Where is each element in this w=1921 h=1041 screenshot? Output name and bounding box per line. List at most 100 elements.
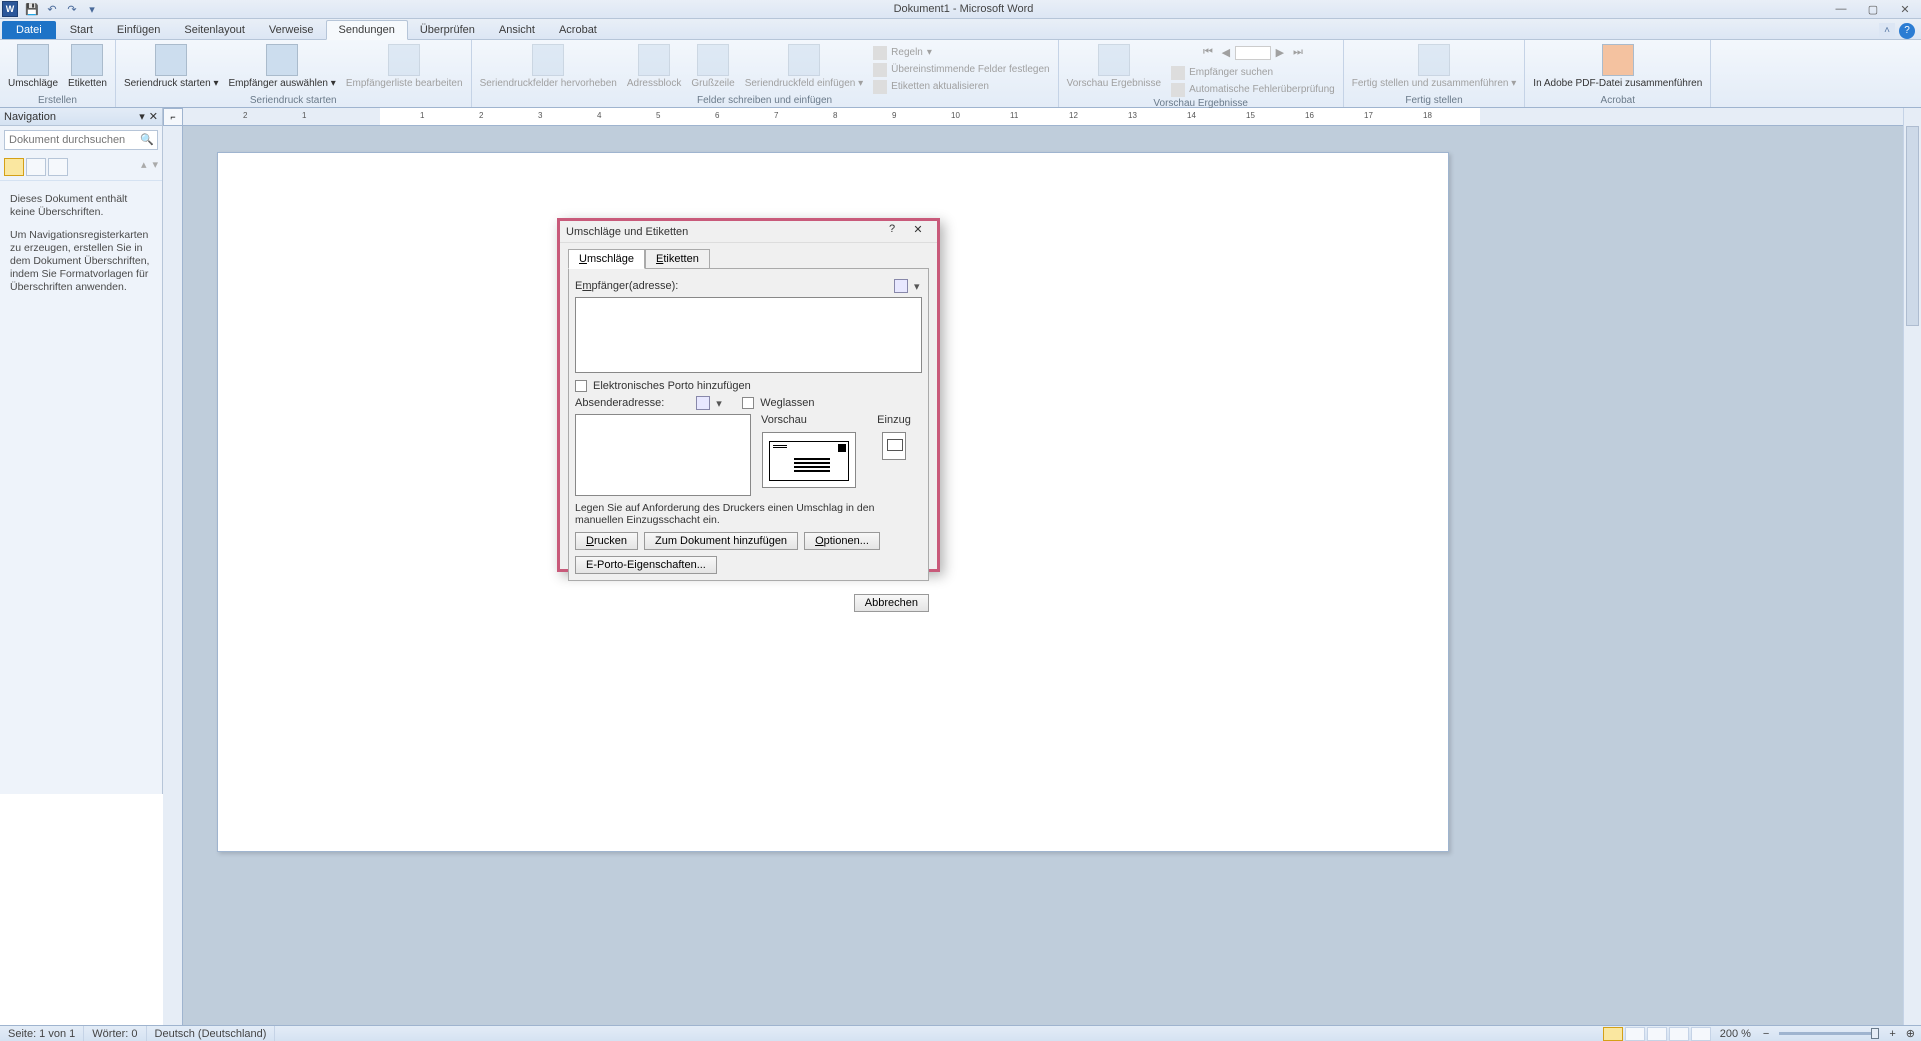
tab-ueberpruefen[interactable]: Überprüfen [408, 21, 487, 39]
status-page[interactable]: Seite: 1 von 1 [0, 1026, 84, 1041]
absender-address-book-icon[interactable] [696, 396, 710, 410]
tab-einfuegen[interactable]: Einfügen [105, 21, 172, 39]
etiketten-button[interactable]: Etiketten [64, 42, 111, 91]
weglassen-checkbox[interactable] [742, 397, 754, 409]
nav-view-headings-button[interactable] [4, 158, 24, 176]
prev-record-icon: ◀ [1217, 46, 1235, 60]
status-bar: Seite: 1 von 1 Wörter: 0 Deutsch (Deutsc… [0, 1025, 1921, 1041]
tab-datei[interactable]: Datei [2, 21, 56, 39]
window-close-button[interactable]: ✕ [1889, 0, 1921, 19]
search-icon[interactable]: 🔍 [140, 133, 154, 146]
ribbon: Umschläge Etiketten Erstellen Seriendruc… [0, 39, 1921, 108]
vertical-ruler[interactable] [163, 126, 183, 1025]
eporto-eigenschaften-button[interactable]: E-Porto-Eigenschaften... [575, 556, 717, 574]
greeting-icon [697, 44, 729, 76]
tab-acrobat[interactable]: Acrobat [547, 21, 609, 39]
envelope-preview[interactable] [762, 432, 856, 488]
zoom-level[interactable]: 200 % [1712, 1028, 1759, 1040]
navigation-close-icon[interactable]: ✕ [149, 110, 158, 123]
dialog-help-button[interactable]: ? [879, 223, 905, 241]
seriendruck-starten-button[interactable]: Seriendruck starten ▾ [120, 42, 223, 91]
navigation-menu-icon[interactable]: ▾ [139, 110, 145, 123]
tab-sendungen[interactable]: Sendungen [326, 20, 408, 40]
dialog-tab-umschlaege[interactable]: Umschläge [568, 249, 645, 269]
zoom-in-button[interactable]: + [1885, 1028, 1899, 1040]
envelopes-labels-dialog: Umschläge und Etiketten ? ✕ Umschläge Et… [557, 218, 940, 572]
zoom-slider-knob[interactable] [1871, 1028, 1879, 1039]
qat-customize-icon[interactable]: ▾ [82, 1, 102, 17]
address-book-icon[interactable] [894, 279, 908, 293]
adressblock-button: Adressblock [623, 42, 685, 91]
group-felder-label: Felder schreiben und einfügen [476, 95, 1054, 107]
vertical-scrollbar[interactable] [1903, 108, 1921, 1025]
qat-undo-icon[interactable]: ↶ [42, 1, 62, 17]
feed-hint: Legen Sie auf Anforderung des Druckers e… [575, 502, 922, 526]
addressblock-icon [638, 44, 670, 76]
zoom-out-button[interactable]: − [1759, 1028, 1773, 1040]
nav-prev-icon[interactable]: ▴ [141, 158, 147, 176]
matchfields-icon [873, 63, 887, 77]
tab-selector[interactable]: ⌐ [163, 108, 183, 126]
zum-dokument-hinzufuegen-button[interactable]: Zum Dokument hinzufügen [644, 532, 798, 550]
seriendruckfeld-einfuegen-button: Seriendruckfeld einfügen ▾ [741, 42, 867, 91]
next-record-icon: ▶ [1271, 46, 1289, 60]
group-fertig-label: Fertig stellen [1348, 95, 1521, 107]
view-outline-button[interactable] [1669, 1027, 1689, 1041]
grusszeile-button: Grußzeile [687, 42, 738, 91]
tab-verweise[interactable]: Verweise [257, 21, 326, 39]
absender-textarea[interactable] [575, 414, 751, 496]
fertigstellen-button: Fertig stellen und zusammenführen ▾ [1348, 42, 1521, 91]
weglassen-label: Weglassen [760, 397, 814, 409]
optionen-button[interactable]: Optionen... [804, 532, 880, 550]
eporto-checkbox[interactable] [575, 380, 587, 392]
nav-empty-message-1: Dieses Dokument enthält keine Überschrif… [10, 193, 152, 219]
tab-ansicht[interactable]: Ansicht [487, 21, 547, 39]
empfaenger-textarea[interactable] [575, 297, 922, 373]
search-icon [1171, 66, 1185, 80]
zoom-fit-button[interactable]: ⊕ [1900, 1027, 1921, 1040]
view-web-button[interactable] [1647, 1027, 1667, 1041]
tab-start[interactable]: Start [58, 21, 105, 39]
scrollbar-thumb[interactable] [1906, 126, 1919, 326]
felder-festlegen-button: Übereinstimmende Felder festlegen [869, 61, 1053, 78]
group-acrobat-label: Acrobat [1529, 95, 1706, 107]
window-minimize-button[interactable]: — [1825, 0, 1857, 19]
nav-next-icon[interactable]: ▾ [152, 158, 158, 176]
umschlaege-button[interactable]: Umschläge [4, 42, 62, 91]
dialog-tab-etiketten[interactable]: Etiketten [645, 249, 710, 269]
group-erstellen-label: Erstellen [4, 95, 111, 107]
empfaenger-auswaehlen-button[interactable]: Empfänger auswählen ▾ [224, 42, 339, 91]
ribbon-minimize-icon[interactable]: ˄ [1879, 23, 1895, 39]
horizontal-ruler[interactable]: 21123456789101112131415161718 [183, 108, 1903, 126]
help-icon[interactable]: ? [1899, 23, 1915, 39]
tab-seitenlayout[interactable]: Seitenlayout [172, 21, 257, 39]
status-language[interactable]: Deutsch (Deutschland) [147, 1026, 276, 1041]
nav-view-results-button[interactable] [48, 158, 68, 176]
group-seriendruck-label: Seriendruck starten [120, 95, 467, 107]
qat-save-icon[interactable]: 💾 [22, 1, 42, 17]
dialog-close-button[interactable]: ✕ [905, 223, 931, 241]
absender-label: Absenderadresse: [575, 397, 664, 409]
window-restore-button[interactable]: ▢ [1857, 0, 1889, 19]
rules-icon [873, 46, 887, 60]
qat-redo-icon[interactable]: ↷ [62, 1, 82, 17]
regeln-button: Regeln ▾ [869, 44, 1053, 61]
zoom-slider[interactable] [1779, 1032, 1879, 1035]
seriendruckfelder-hervorheben-button: Seriendruckfelder hervorheben [476, 42, 621, 91]
view-print-layout-button[interactable] [1603, 1027, 1623, 1041]
record-number-input [1235, 46, 1271, 60]
adobe-pdf-button[interactable]: In Adobe PDF-Datei zusammenführen [1529, 42, 1706, 91]
empfaengerliste-bearbeiten-button: Empfängerliste bearbeiten [342, 42, 467, 91]
feed-icon[interactable] [882, 432, 906, 460]
mailmerge-icon [155, 44, 187, 76]
status-words[interactable]: Wörter: 0 [84, 1026, 146, 1041]
absender-dropdown-icon[interactable]: ▾ [716, 397, 724, 410]
address-book-dropdown-icon[interactable]: ▾ [914, 280, 922, 293]
navigation-search-input[interactable] [4, 130, 158, 150]
drucken-button[interactable]: Drucken [575, 532, 638, 550]
view-fullscreen-button[interactable] [1625, 1027, 1645, 1041]
nav-view-pages-button[interactable] [26, 158, 46, 176]
view-draft-button[interactable] [1691, 1027, 1711, 1041]
abbrechen-button[interactable]: Abbrechen [854, 594, 929, 612]
preview-icon [1098, 44, 1130, 76]
